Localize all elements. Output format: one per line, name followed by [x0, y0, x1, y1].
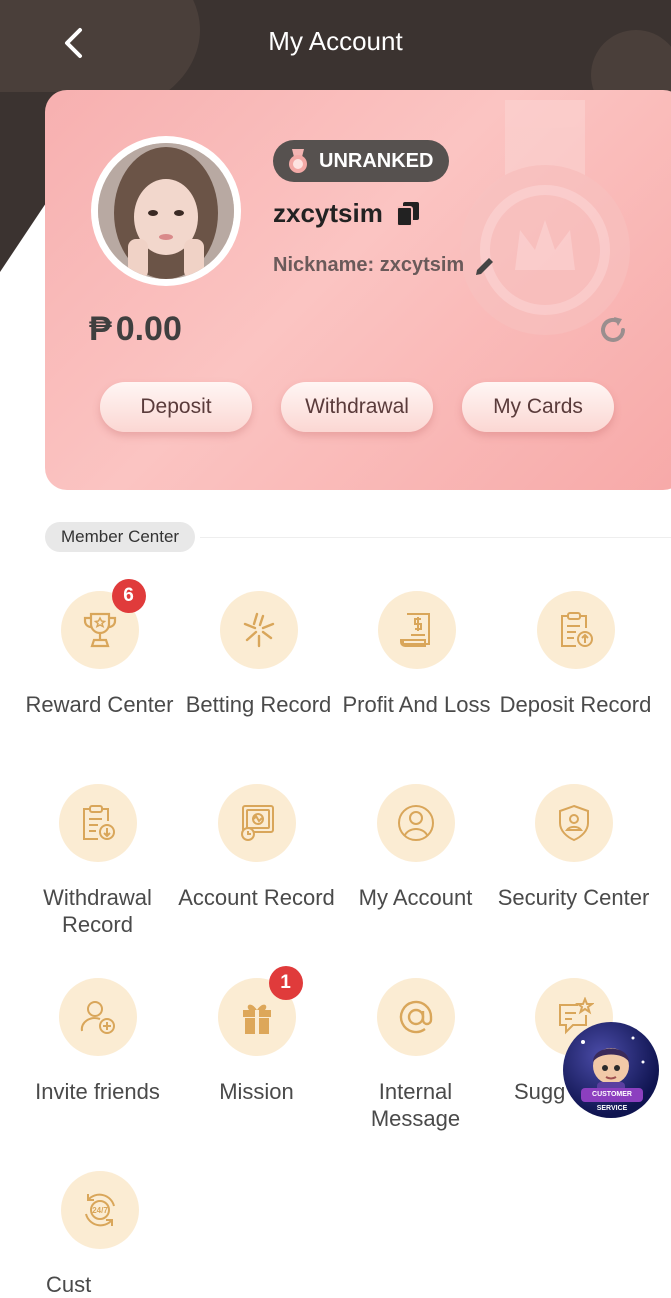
menu-icon-circle: [534, 784, 613, 862]
nickname-row: Nickname: zxcytsim: [273, 254, 496, 277]
balance-amount: 0.00: [115, 310, 182, 348]
balance: ₱ 0.00: [89, 310, 182, 349]
clipboard-upload-icon: [560, 612, 593, 647]
svg-text:24/7: 24/7: [92, 1206, 108, 1215]
rank-text: UNRANKED: [319, 149, 434, 172]
menu-label: Security Center: [497, 885, 650, 910]
section-title: Member Center: [45, 522, 196, 552]
menu-invite-friends[interactable]: Invite friends: [18, 978, 177, 1105]
avatar-photo: [98, 143, 234, 279]
menu-label: Profit And Loss: [342, 692, 491, 717]
menu-mission[interactable]: 1 Mission: [177, 966, 336, 1105]
menu-internal-message[interactable]: Internal Message: [336, 978, 495, 1132]
top-bar: My Account: [0, 0, 671, 92]
menu-customer-service[interactable]: 24/7 Cust: [20, 1171, 179, 1298]
notification-badge: 1: [268, 966, 303, 1000]
menu-label: Betting Record: [185, 692, 332, 717]
menu-icon-circle: [58, 978, 137, 1056]
menu-label: Reward Center: [25, 692, 174, 717]
section-divider: [200, 537, 671, 538]
user-add-icon: [80, 1001, 115, 1034]
user-circle-icon: [397, 805, 434, 841]
menu-icon-circle: [58, 784, 137, 862]
menu-account-record[interactable]: Account Record: [177, 784, 336, 911]
withdrawal-button[interactable]: Withdrawal: [281, 382, 433, 432]
edit-pencil-icon[interactable]: [474, 255, 496, 277]
menu-icon-circle: [376, 978, 455, 1056]
menu-label: Account Record: [178, 885, 335, 910]
menu-icon-circle: [377, 591, 456, 669]
menu-security-center[interactable]: Security Center: [494, 784, 653, 911]
menu-icon-circle: 1: [217, 966, 303, 1056]
shield-user-icon: [558, 804, 589, 842]
menu-my-account[interactable]: My Account: [336, 784, 495, 911]
gift-icon: [242, 1004, 271, 1034]
rank-badge: UNRANKED: [273, 140, 450, 182]
customer-service-label: CUSTOMER SERVICE: [581, 1088, 643, 1112]
menu-label: Invite friends: [35, 1079, 160, 1104]
clipboard-download-icon: [82, 805, 115, 840]
username-row: zxcytsim: [273, 198, 419, 229]
support-24-7-icon: 24/7: [84, 1193, 115, 1227]
avatar[interactable]: [91, 136, 241, 286]
currency-symbol: ₱: [89, 310, 112, 348]
menu-deposit-record[interactable]: Deposit Record: [496, 591, 655, 718]
menu-label: Deposit Record: [499, 692, 652, 717]
menu-label: My Account: [358, 885, 473, 910]
receipt-dollar-icon: [399, 613, 430, 647]
menu-icon-circle: [219, 591, 298, 669]
at-icon: [399, 1000, 432, 1034]
nickname-text: Nickname: zxcytsim: [273, 254, 465, 276]
copy-icon[interactable]: [396, 201, 419, 226]
account-record-icon: [240, 805, 274, 841]
rank-medal-icon: [289, 149, 307, 173]
menu-label: Mission: [219, 1079, 294, 1104]
deposit-button[interactable]: Deposit: [100, 382, 252, 432]
trophy-icon: [83, 612, 116, 648]
menu-reward-center[interactable]: 6 Reward Center: [20, 579, 179, 718]
page-title: My Account: [268, 26, 403, 56]
menu-withdrawal-record[interactable]: Withdrawal Record: [18, 784, 177, 938]
menu-icon-circle: [376, 784, 455, 862]
refresh-icon[interactable]: [597, 314, 629, 346]
menu-label: Withdrawal Record: [43, 885, 152, 937]
username: zxcytsim: [273, 198, 383, 228]
notification-badge: 6: [111, 579, 146, 613]
betting-icon: [243, 612, 274, 648]
menu-label: Internal Message: [370, 1079, 461, 1131]
menu-profit-and-loss[interactable]: Profit And Loss: [337, 591, 496, 718]
my-cards-button[interactable]: My Cards: [462, 382, 614, 432]
menu-icon-circle: [217, 784, 296, 862]
menu-label: Cust: [46, 1272, 92, 1297]
menu-betting-record[interactable]: Betting Record: [179, 591, 338, 718]
account-card: UNRANKED zxcytsim Nickname: zxcytsim ₱ 0…: [45, 90, 671, 490]
menu-icon-circle: 6: [60, 579, 146, 669]
menu-icon-circle: 24/7: [60, 1171, 139, 1249]
menu-icon-circle: [536, 591, 615, 669]
customer-service-float-button[interactable]: CUSTOMER SERVICE: [563, 1022, 659, 1118]
